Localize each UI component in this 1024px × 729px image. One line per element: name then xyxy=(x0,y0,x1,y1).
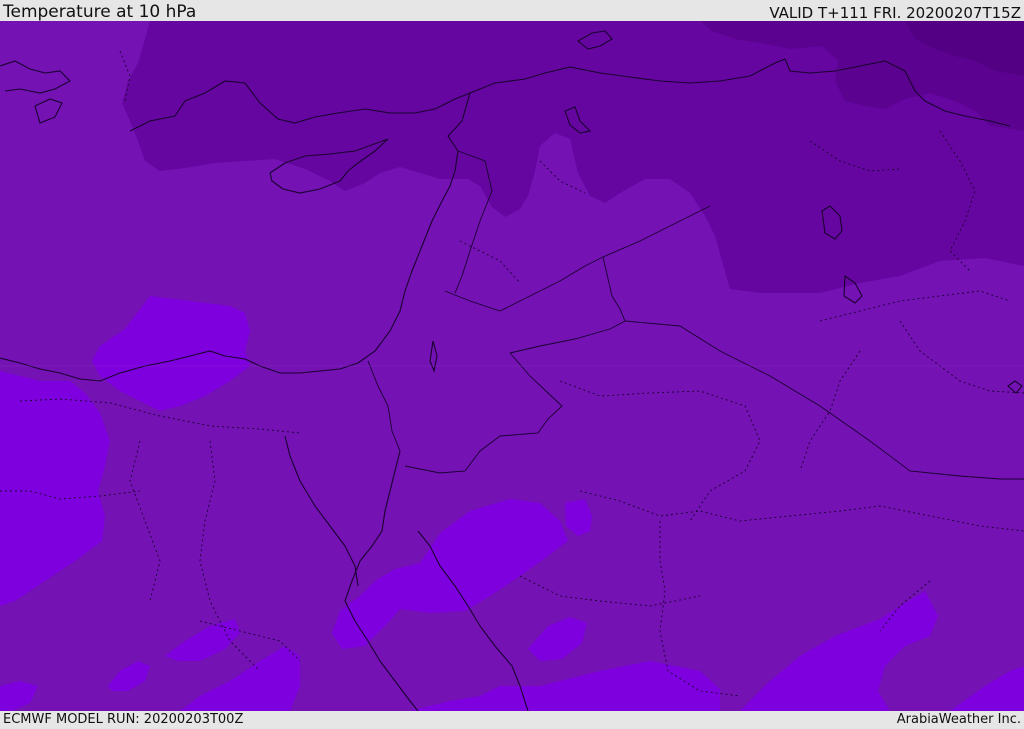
model-run-label: ECMWF MODEL RUN: 20200203T00Z xyxy=(3,712,244,727)
credit-label: ArabiaWeather Inc. xyxy=(896,712,1021,727)
valid-time: VALID T+111 FRI. 20200207T15Z xyxy=(769,4,1021,22)
weather-map-page: Temperature at 10 hPa VALID T+111 FRI. 2… xyxy=(0,0,1024,729)
footer-bar: ECMWF MODEL RUN: 20200203T00Z ArabiaWeat… xyxy=(0,711,1024,729)
header-bar: Temperature at 10 hPa VALID T+111 FRI. 2… xyxy=(0,0,1024,21)
map-canvas xyxy=(0,21,1024,711)
temperature-map[interactable] xyxy=(0,21,1024,711)
map-title: Temperature at 10 hPa xyxy=(3,2,197,22)
